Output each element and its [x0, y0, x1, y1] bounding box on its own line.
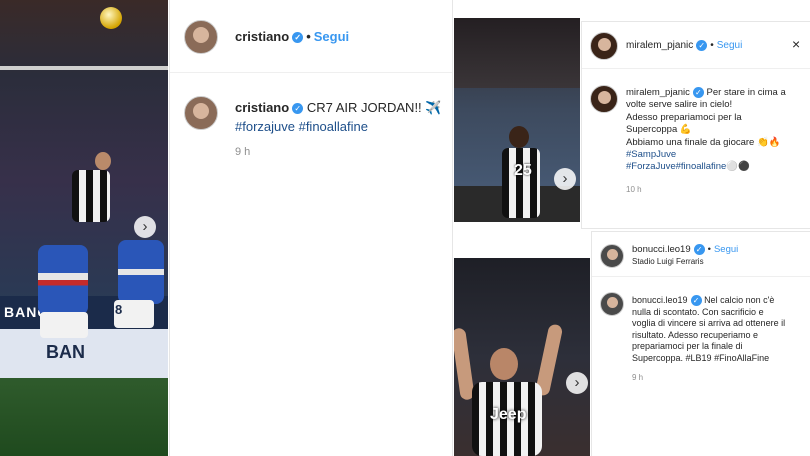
post3-caption-avatar[interactable]: [600, 292, 624, 316]
post1-photo[interactable]: BANCA BAN 8 ›: [0, 0, 168, 456]
post3-card: bonucci.leo19 ✓ • Segui Stadio Luigi Ferrar…: [592, 232, 810, 456]
post2-header: miralem_pjanic ✓ • Segui: [626, 40, 743, 52]
ball: [100, 7, 122, 29]
caption-line: voglia di vincere si arriva ad ottenere …: [632, 318, 786, 329]
post3-time: 9 h: [632, 373, 644, 382]
ad-banner-text-2: BAN: [46, 342, 85, 362]
player-sampdoria-2: [118, 240, 164, 304]
post1-header-avatar[interactable]: [184, 20, 218, 54]
post3-photo[interactable]: Jeep ›: [454, 258, 590, 456]
hashtag[interactable]: #SampJuve: [626, 149, 676, 160]
divider: [170, 72, 452, 73]
divider: [582, 68, 810, 69]
post2-card: miralem_pjanic ✓ • Segui × miralem_pjanic ✓ …: [582, 22, 810, 228]
stadium-crowd: [454, 18, 580, 88]
player-ronaldo: [72, 170, 110, 222]
verified-badge-icon: ✓: [690, 295, 702, 307]
carousel-next-icon[interactable]: ›: [554, 168, 576, 190]
jersey-sponsor: Jeep: [490, 406, 527, 423]
post1-header: cristiano ✓ • Segui: [235, 29, 350, 44]
jersey-number: 25: [514, 162, 532, 179]
post2-follow-button[interactable]: Segui: [717, 40, 743, 51]
caption-line: prepariamoci per la finale di: [632, 341, 743, 352]
caption-line: Adesso prepariamoci per la: [626, 111, 742, 123]
stand-railing: [0, 66, 168, 70]
caption-line: nulla di scontato. Con sacrificio e: [632, 306, 764, 317]
divider: [592, 276, 810, 277]
player-bonucci-head: [490, 348, 518, 380]
pitch: [0, 378, 168, 456]
player-ronaldo-head: [95, 152, 111, 170]
post3-follow-button[interactable]: Segui: [714, 244, 738, 255]
post1-hashtags[interactable]: #forzajuve #finoallafine: [235, 119, 368, 134]
player-sampdoria-1-shorts: [40, 312, 88, 338]
caption-line: volte serve salire in cielo!: [626, 99, 733, 111]
player-pjanic: [502, 148, 540, 218]
post1-caption-username[interactable]: cristiano: [235, 100, 289, 115]
verified-badge-icon: ✓: [696, 40, 708, 51]
airplane-emoji-icon: ✈️: [425, 100, 442, 115]
post3-header: bonucci.leo19 ✓ • Segui: [632, 244, 739, 256]
caption-line: Nel calcio non c'è: [704, 295, 775, 305]
hashtag[interactable]: #ForzaJuve#finoallafine⚪⚫: [626, 161, 750, 172]
post1-time: 9 h: [235, 146, 251, 158]
post1-caption-text: CR7 AIR JORDAN!!: [306, 100, 422, 115]
carousel-next-icon[interactable]: ›: [134, 216, 156, 238]
post2-caption: miralem_pjanic ✓ Per stare in cima a volt…: [626, 87, 806, 174]
player-pjanic-head: [509, 126, 529, 148]
more-options-icon[interactable]: ×: [792, 36, 800, 52]
verified-badge-icon: ✓: [292, 32, 304, 44]
caption-line: Abbiamo una finale da giocare 👏🔥: [626, 136, 781, 148]
post1-follow-button[interactable]: Segui: [314, 29, 349, 44]
post2-caption-username[interactable]: miralem_pjanic: [626, 87, 690, 98]
caption-line: Supercoppa 💪: [626, 124, 692, 136]
verified-badge-icon: ✓: [692, 87, 704, 98]
post3-caption-username[interactable]: bonucci.leo19: [632, 295, 688, 305]
post2-header-avatar[interactable]: [590, 32, 618, 60]
post1-card: cristiano ✓ • Segui cristiano ✓ CR7 AIR JORD…: [170, 0, 452, 456]
post2-photo[interactable]: 25 ›: [454, 18, 580, 222]
post3-caption: bonucci.leo19 ✓ Nel calcio non c'è nulla …: [632, 295, 808, 365]
post3-location[interactable]: Stadio Luigi Ferraris: [632, 257, 704, 266]
carousel-next-icon[interactable]: ›: [566, 372, 588, 394]
post2-time: 10 h: [626, 185, 642, 194]
verified-badge-icon: ✓: [693, 244, 705, 255]
verified-badge-icon: ✓: [292, 103, 304, 115]
caption-line: Per stare in cima a: [706, 87, 786, 99]
player-sampdoria-1: [38, 245, 88, 315]
post3-username[interactable]: bonucci.leo19: [632, 244, 691, 255]
post1-caption-avatar[interactable]: [184, 96, 218, 130]
caption-line: Supercoppa. #LB19 #FinoAllaFine: [632, 352, 770, 363]
post2-username[interactable]: miralem_pjanic: [626, 40, 693, 51]
caption-line: risultato. Adesso recuperiamo e: [632, 329, 759, 340]
player-number: 8: [115, 302, 123, 317]
post3-header-avatar[interactable]: [600, 244, 624, 268]
post1-username[interactable]: cristiano: [235, 29, 289, 44]
post1-caption: cristiano ✓ CR7 AIR JORDAN!! ✈️ #forzajuv…: [235, 98, 450, 136]
post2-caption-avatar[interactable]: [590, 85, 618, 113]
